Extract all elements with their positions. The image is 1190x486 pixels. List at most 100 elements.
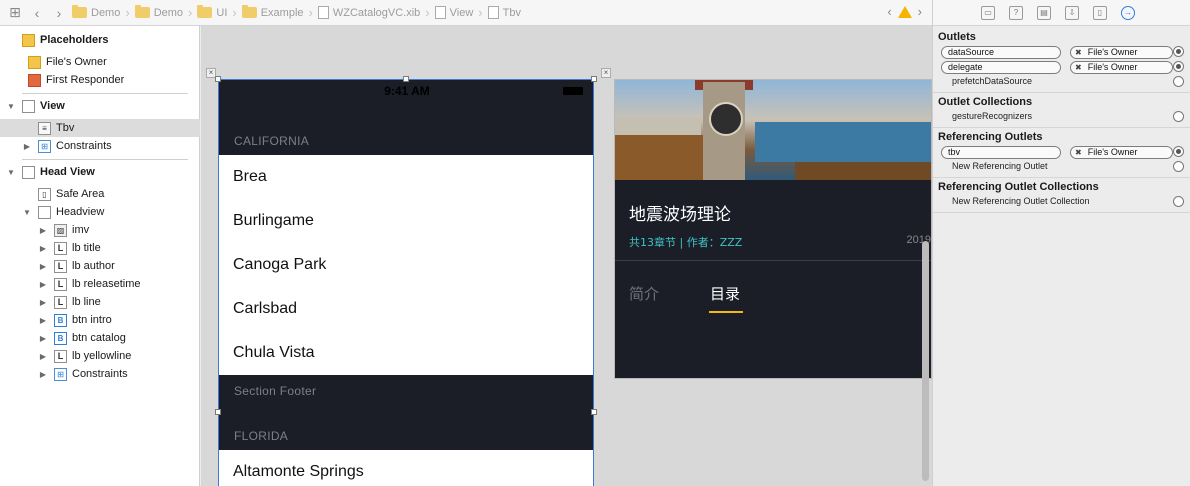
header-image <box>615 80 931 180</box>
identity-inspector-icon[interactable]: ▤ <box>1037 5 1051 20</box>
table-cell[interactable]: Burlingame <box>233 212 314 230</box>
outlet-target-pill[interactable]: ✖ File's Owner <box>1070 61 1173 74</box>
resize-handle[interactable] <box>215 409 221 415</box>
disclosure-closed-icon[interactable]: ▶ <box>38 334 48 343</box>
disclosure-closed-icon[interactable]: ▶ <box>38 226 48 235</box>
connection-circle-connected[interactable] <box>1173 46 1184 57</box>
connection-circle[interactable] <box>1173 196 1184 207</box>
close-scene-icon[interactable]: × <box>601 68 611 78</box>
disclosure-closed-icon[interactable]: ▶ <box>38 316 48 325</box>
table-view-icon: ≡ <box>38 121 51 135</box>
outline-headview[interactable]: ▼ Headview <box>0 203 200 221</box>
forward-icon[interactable]: › <box>50 4 68 22</box>
disclosure-closed-icon[interactable]: ▶ <box>38 298 48 307</box>
disclosure-open-icon[interactable]: ▼ <box>6 168 16 177</box>
table-cell[interactable]: Carlsbad <box>233 300 297 318</box>
breadcrumb-ui[interactable]: UI › <box>197 5 241 20</box>
table-view-scene[interactable]: 9:41 AM CALIFORNIA Brea Burlingame Canog… <box>218 79 594 486</box>
image-view-icon: ▨ <box>54 223 67 237</box>
size-inspector-icon[interactable]: ▯ <box>1093 5 1107 20</box>
table-cell[interactable]: Canoga Park <box>233 256 326 274</box>
disclosure-closed-icon[interactable]: ▶ <box>38 244 48 253</box>
outlet-pill[interactable]: delegate <box>941 61 1061 74</box>
outline-child-lb-title[interactable]: ▶ Llb title <box>0 239 200 257</box>
connection-circle[interactable] <box>1173 161 1184 172</box>
outlet-target-pill[interactable]: ✖ File's Owner <box>1070 146 1173 159</box>
table-cell[interactable]: Chula Vista <box>233 344 315 362</box>
table-cell[interactable]: Brea <box>233 168 267 186</box>
table-cell[interactable]: Altamonte Springs <box>233 463 364 481</box>
breadcrumb-example[interactable]: Example › <box>241 5 318 20</box>
connection-circle[interactable] <box>1173 76 1184 87</box>
disclosure-open-icon[interactable]: ▼ <box>6 102 16 111</box>
related-items-icon[interactable]: ⊞ <box>6 4 24 22</box>
breadcrumb-view[interactable]: View › <box>434 5 488 20</box>
outline-child-btn-intro[interactable]: ▶ Bbtn intro <box>0 311 200 329</box>
breadcrumb-tbv[interactable]: Tbv <box>487 6 521 19</box>
outlet-name: New Referencing Outlet Collection <box>952 196 1090 206</box>
disconnect-icon[interactable]: ✖ <box>1075 148 1082 157</box>
catalog-button[interactable]: 目录 <box>710 283 740 304</box>
outline-child-lb-releasetime[interactable]: ▶ Llb releasetime <box>0 275 200 293</box>
outlet-row-new-ref-collection[interactable]: New Referencing Outlet Collection <box>933 196 1190 211</box>
outlet-row-prefetch[interactable]: prefetchDataSource <box>933 76 1190 91</box>
outline-child-constraints[interactable]: ▶ ⊞ Constraints <box>0 365 200 383</box>
connections-inspector: ▭ ? ▤ ⇩ ▯ → Outlets dataSource ✖ File's O… <box>932 0 1190 486</box>
disconnect-icon[interactable]: ✖ <box>1075 63 1082 72</box>
disclosure-closed-icon[interactable]: ▶ <box>38 370 48 379</box>
back-icon[interactable]: ‹ <box>28 4 46 22</box>
disclosure-open-icon[interactable]: ▼ <box>22 208 32 217</box>
outline-child-imv[interactable]: ▶ ▨ imv <box>0 221 200 239</box>
resize-handle[interactable] <box>403 76 409 82</box>
outlet-row-delegate[interactable]: delegate ✖ File's Owner <box>933 61 1190 76</box>
disclosure-closed-icon[interactable]: ▶ <box>38 262 48 271</box>
outlet-pill[interactable]: dataSource <box>941 46 1061 59</box>
attributes-inspector-icon[interactable]: ⇩ <box>1065 5 1079 20</box>
connection-circle-connected[interactable] <box>1173 61 1184 72</box>
button-icon: B <box>54 313 67 327</box>
outline-child-lb-line[interactable]: ▶ Llb line <box>0 293 200 311</box>
outlet-row-gesture[interactable]: gestureRecognizers <box>933 111 1190 126</box>
disclosure-closed-icon[interactable]: ▶ <box>22 142 32 151</box>
outline-child-btn-catalog[interactable]: ▶ Bbtn catalog <box>0 329 200 347</box>
outline-placeholders[interactable]: Placeholders <box>0 31 200 49</box>
outlet-pill[interactable]: tbv <box>941 146 1061 159</box>
resize-handle[interactable] <box>591 409 597 415</box>
outline-view[interactable]: ▼ View <box>0 97 200 115</box>
resize-handle[interactable] <box>591 76 597 82</box>
outlet-row-new-ref[interactable]: New Referencing Outlet <box>933 161 1190 176</box>
help-inspector-icon[interactable]: ? <box>1009 5 1023 20</box>
outlet-row-datasource[interactable]: dataSource ✖ File's Owner <box>933 46 1190 61</box>
outline-safe-area[interactable]: ▯ Safe Area <box>0 185 200 203</box>
intro-button[interactable]: 简介 <box>629 283 659 304</box>
previous-issue-icon[interactable]: ‹ <box>887 4 891 19</box>
outline-child-lb-author[interactable]: ▶ Llb author <box>0 257 200 275</box>
disconnect-icon[interactable]: ✖ <box>1075 48 1082 57</box>
breadcrumb-xib[interactable]: WZCatalogVC.xib › <box>317 5 435 20</box>
outlet-target-pill[interactable]: ✖ File's Owner <box>1070 46 1173 59</box>
disclosure-closed-icon[interactable]: ▶ <box>38 280 48 289</box>
folder-icon <box>197 5 213 18</box>
disclosure-closed-icon[interactable]: ▶ <box>38 352 48 361</box>
outline-files-owner[interactable]: File's Owner <box>0 53 200 71</box>
file-inspector-icon[interactable]: ▭ <box>981 5 995 20</box>
outline-tbv[interactable]: ≡ Tbv <box>0 119 200 137</box>
outlet-row-tbv[interactable]: tbv ✖ File's Owner <box>933 146 1190 161</box>
outline-constraints[interactable]: ▶ ⊞ Constraints <box>0 137 200 155</box>
canvas-scrollbar[interactable] <box>922 241 929 481</box>
outline-first-responder[interactable]: First Responder <box>0 71 200 89</box>
outline-child-lb-yellowline[interactable]: ▶ Llb yellowline <box>0 347 200 365</box>
interface-builder-canvas[interactable]: × × 9:41 AM CALIFORNIA Brea Burlingame C… <box>201 26 932 486</box>
resize-handle[interactable] <box>215 76 221 82</box>
connections-inspector-icon[interactable]: → <box>1121 5 1135 20</box>
breadcrumb-demo-2[interactable]: Demo › <box>134 5 198 20</box>
connection-circle[interactable] <box>1173 111 1184 122</box>
inspector-tabs: ▭ ? ▤ ⇩ ▯ → <box>933 0 1190 26</box>
next-issue-icon[interactable]: › <box>918 4 922 19</box>
head-view-scene[interactable]: 地震波场理论 共13章节 | 作者：ZZZ 2019 简介 目录 <box>614 79 932 379</box>
outline-head-view[interactable]: ▼ Head View <box>0 163 200 181</box>
breadcrumb-demo-1[interactable]: Demo › <box>72 5 135 20</box>
folder-icon <box>241 5 257 18</box>
connection-circle-connected[interactable] <box>1173 146 1184 157</box>
warning-icon[interactable] <box>897 5 912 18</box>
